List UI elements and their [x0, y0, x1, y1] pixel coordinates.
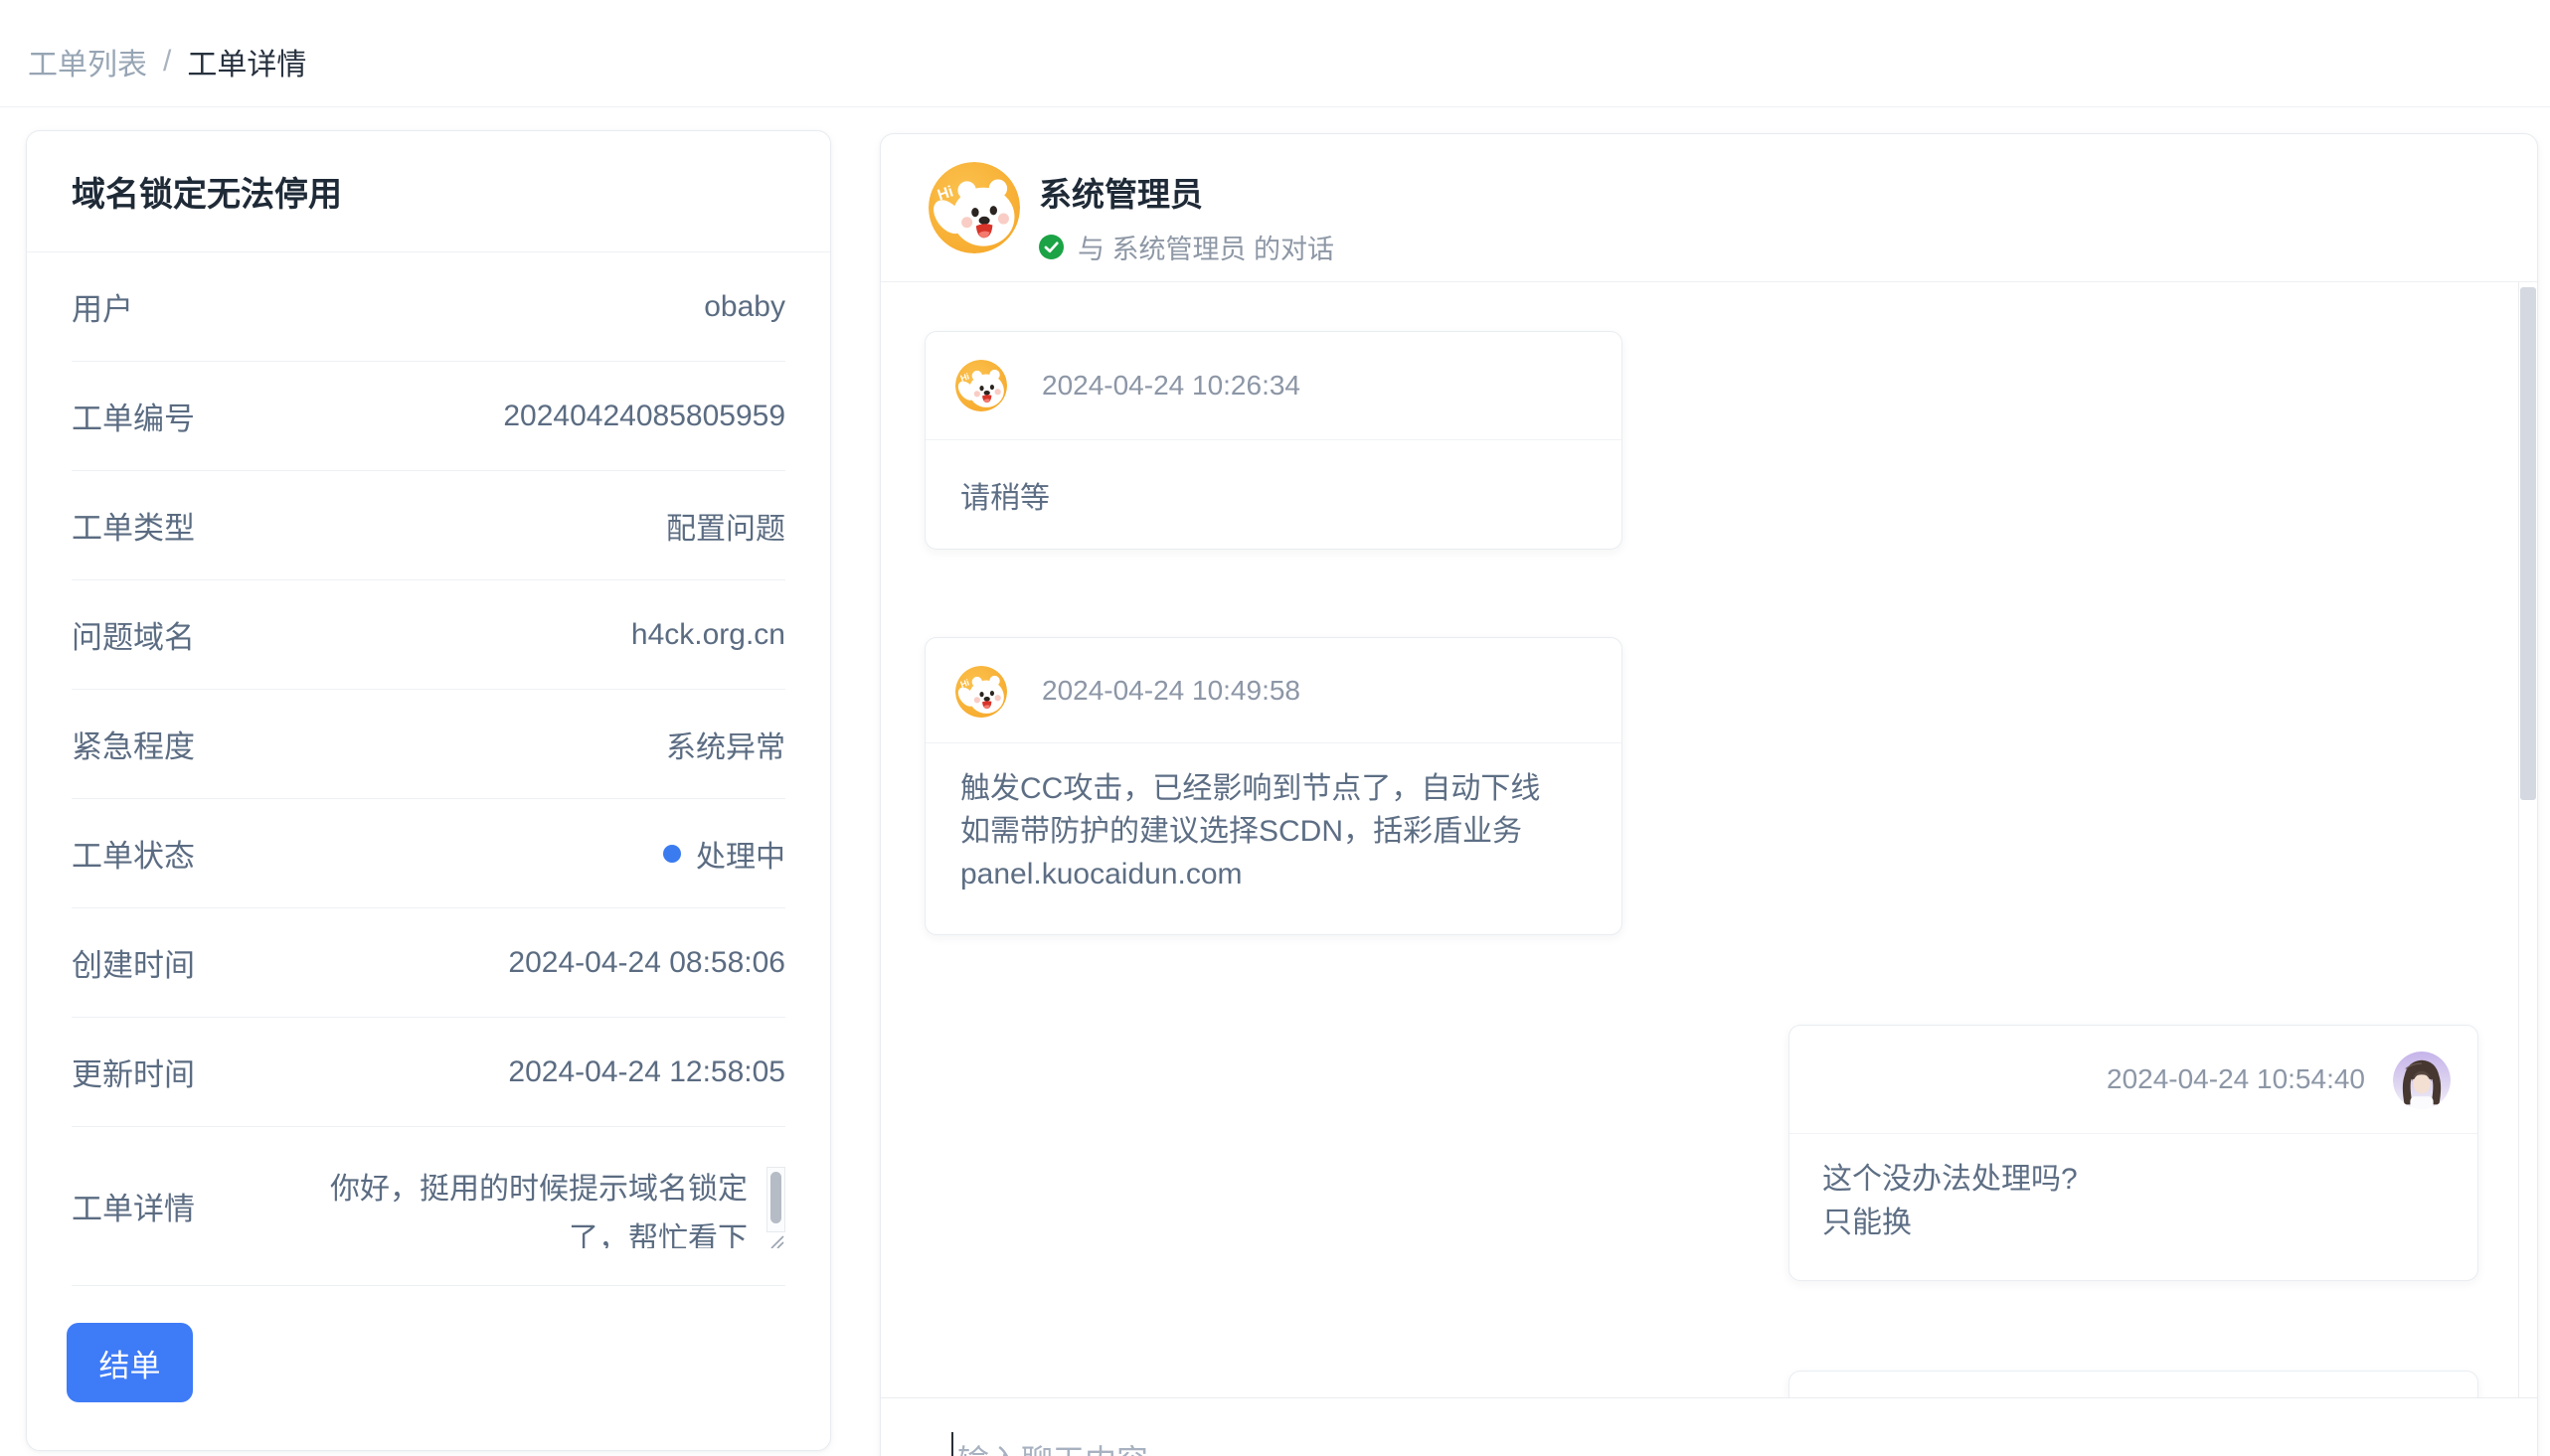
field-value: 配置问题 — [666, 504, 785, 548]
ticket-row-detail: 工单详情 你好，挺用的时候提示域名锁定 了，帮忙看下 — [72, 1127, 785, 1286]
field-value: 20240424085805959 — [503, 400, 785, 433]
message-header — [1789, 1372, 2477, 1397]
chat-message-admin: 2024-04-24 10:49:58 触发CC攻击，已经影响到节点了，自动下线… — [925, 637, 1622, 935]
chat-header: 系统管理员 与 系统管理员 的对话 — [881, 134, 2537, 281]
chat-peer-name: 系统管理员 — [1039, 168, 1203, 216]
field-label: 工单状态 — [72, 831, 195, 876]
message-timestamp: 2024-04-24 10:26:34 — [1042, 332, 1300, 439]
textarea-scrollbar[interactable] — [766, 1167, 785, 1232]
field-label: 用户 — [72, 284, 133, 329]
admin-avatar-icon — [929, 162, 1020, 253]
field-label: 更新时间 — [72, 1050, 195, 1094]
detail-line: 你好，挺用的时候提示域名锁定 — [323, 1165, 785, 1214]
message-timestamp: 2024-04-24 10:49:58 — [1042, 638, 1300, 742]
message-body: 触发CC攻击，已经影响到节点了，自动下线 如需带防护的建议选择SCDN，括彩盾业… — [926, 743, 1621, 895]
chat-message-list: 2024-04-24 10:26:34 请稍等 2024-04-24 10:49… — [881, 282, 2537, 1397]
ticket-row-domain: 问题域名 h4ck.org.cn — [72, 580, 785, 690]
breadcrumb-ticket-list-link[interactable]: 工单列表 — [28, 40, 147, 83]
header-divider — [0, 106, 2550, 107]
chat-scrollbar[interactable] — [2518, 282, 2537, 1397]
ticket-row-number: 工单编号 20240424085805959 — [72, 362, 785, 471]
breadcrumb: 工单列表 / 工单详情 — [28, 40, 306, 83]
ticket-row-created: 创建时间 2024-04-24 08:58:06 — [72, 908, 785, 1018]
ticket-detail-page: 工单列表 / 工单详情 域名锁定无法停用 用户 obaby 工单编号 20240… — [0, 0, 2550, 1456]
message-header: 2024-04-24 10:26:34 — [926, 332, 1621, 440]
field-value: obaby — [704, 290, 785, 324]
field-value: 2024-04-24 08:58:06 — [508, 946, 785, 980]
ticket-row-user: 用户 obaby — [72, 252, 785, 362]
message-line: 如需带防护的建议选择SCDN，括彩盾业务 — [960, 810, 1587, 853]
ticket-title-block: 域名锁定无法停用 — [27, 131, 830, 252]
textarea-resize-handle[interactable] — [767, 1232, 785, 1248]
ticket-detail-textarea[interactable]: 你好，挺用的时候提示域名锁定 了，帮忙看下 — [323, 1165, 785, 1248]
field-value: 系统异常 — [666, 723, 785, 766]
message-timestamp: 2024-04-24 10:54:40 — [2107, 1026, 2365, 1133]
chat-message-user: 2024-04-24 10:54:40 这个没办法处理吗? 只能换 — [1788, 1025, 2478, 1281]
admin-avatar-icon — [955, 666, 1007, 718]
status-badge: 处理中 — [663, 832, 785, 876]
admin-avatar-icon — [955, 360, 1007, 411]
detail-line: 了，帮忙看下 — [323, 1214, 785, 1248]
field-value: 2024-04-24 12:58:05 — [508, 1055, 785, 1089]
field-label: 紧急程度 — [72, 722, 195, 766]
message-body: 这个没办法处理吗? 只能换 — [1789, 1134, 2477, 1245]
field-label: 问题域名 — [72, 612, 195, 657]
status-dot-icon — [663, 845, 681, 863]
message-line: 这个没办法处理吗? — [1822, 1158, 2445, 1202]
field-value: h4ck.org.cn — [631, 618, 785, 652]
chat-card: 系统管理员 与 系统管理员 的对话 2024-04-24 10:26:34 请稍… — [880, 133, 2538, 1456]
field-label: 创建时间 — [72, 940, 195, 985]
green-check-icon — [1039, 235, 1064, 259]
ticket-row-type: 工单类型 配置问题 — [72, 471, 785, 580]
close-ticket-button[interactable]: 结单 — [67, 1323, 193, 1402]
message-header: 2024-04-24 10:54:40 — [1789, 1026, 2477, 1134]
ticket-info-card: 域名锁定无法停用 用户 obaby 工单编号 20240424085805959… — [26, 130, 831, 1451]
text-caret — [951, 1432, 953, 1456]
chat-subtitle: 与 系统管理员 的对话 — [1078, 228, 1334, 266]
chat-input[interactable]: 输入聊天内容 — [881, 1398, 2537, 1456]
message-line: 请稍等 — [960, 473, 1050, 517]
message-body: 请稍等 — [926, 440, 1621, 550]
ticket-footer: 结单 — [27, 1286, 830, 1402]
chat-message-admin: 2024-04-24 10:26:34 请稍等 — [925, 331, 1622, 550]
field-label: 工单编号 — [72, 394, 195, 438]
status-text: 处理中 — [696, 832, 785, 876]
chat-input-placeholder: 输入聊天内容 — [957, 1436, 1148, 1456]
ticket-title: 域名锁定无法停用 — [72, 167, 342, 216]
breadcrumb-separator: / — [163, 45, 171, 79]
ticket-row-updated: 更新时间 2024-04-24 12:58:05 — [72, 1018, 785, 1127]
field-label: 工单类型 — [72, 503, 195, 548]
message-line: 触发CC攻击，已经影响到节点了，自动下线 — [960, 767, 1587, 810]
ticket-row-status: 工单状态 处理中 — [72, 799, 785, 908]
chat-message-user-partial — [1788, 1371, 2478, 1397]
user-avatar-icon — [2393, 1052, 2451, 1109]
chat-scrollbar-thumb[interactable] — [2520, 287, 2536, 800]
textarea-scrollbar-thumb[interactable] — [770, 1172, 781, 1223]
message-line: 只能换 — [1822, 1202, 2445, 1245]
ticket-row-urgency: 紧急程度 系统异常 — [72, 690, 785, 799]
message-line: panel.kuocaidun.com — [960, 853, 1587, 895]
breadcrumb-current: 工单详情 — [187, 40, 306, 83]
field-label: 工单详情 — [72, 1184, 195, 1228]
message-header: 2024-04-24 10:49:58 — [926, 638, 1621, 743]
chat-subtitle-row: 与 系统管理员 的对话 — [1039, 228, 1334, 266]
